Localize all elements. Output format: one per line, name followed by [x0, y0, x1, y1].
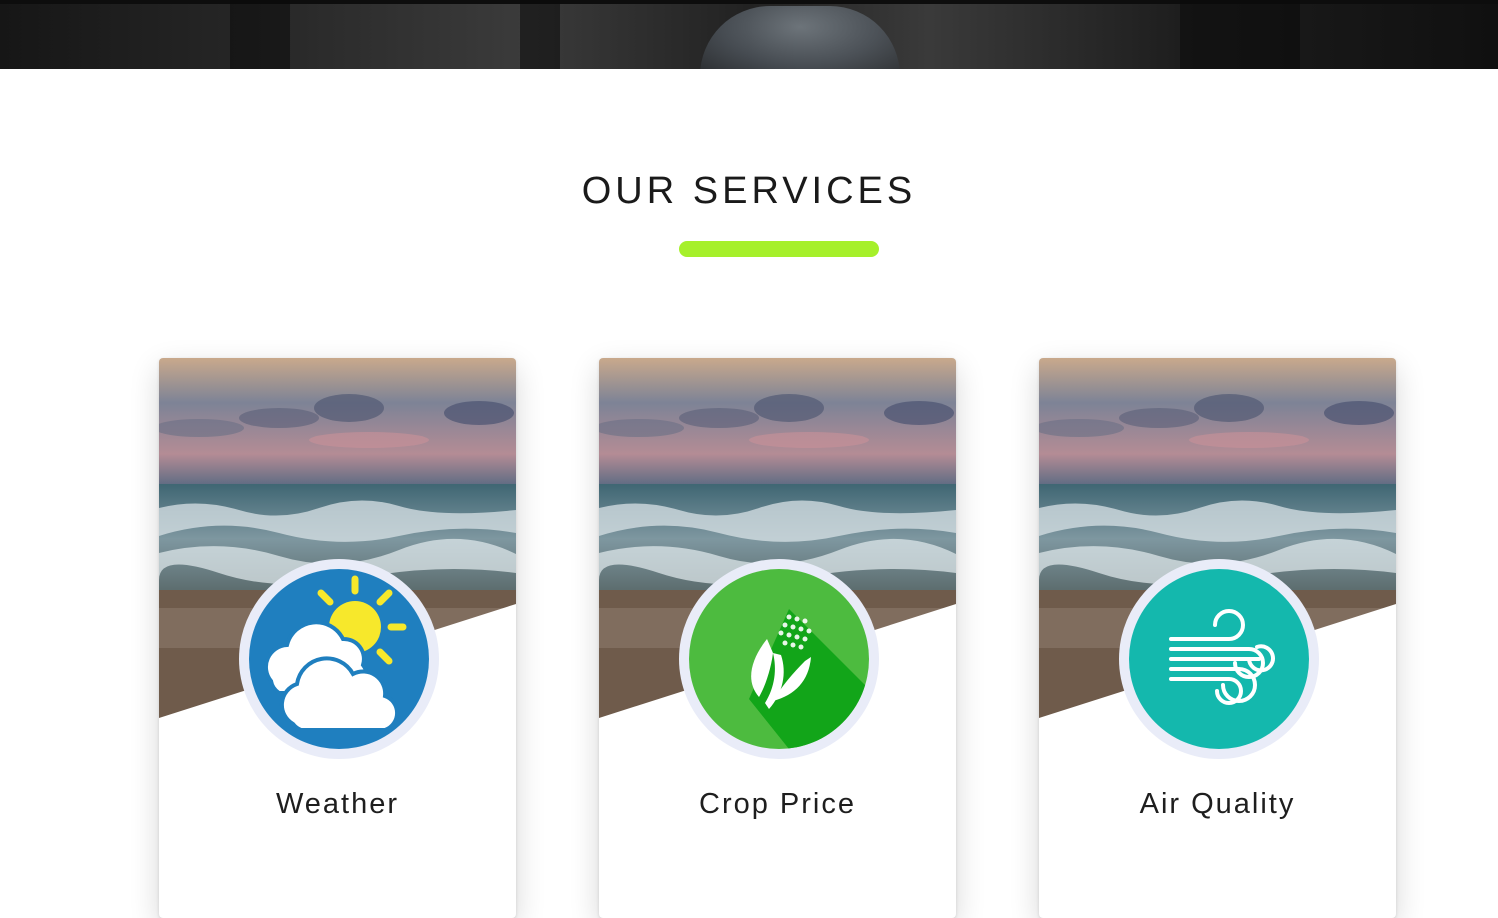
- service-card-weather[interactable]: Weather: [159, 358, 516, 918]
- hero-building-shape: [230, 0, 290, 69]
- service-card-crop-price[interactable]: Crop Price: [599, 358, 956, 918]
- hero-umbrella-shape: [700, 6, 900, 69]
- service-title: Air Quality: [1139, 788, 1296, 820]
- service-title: Weather: [275, 788, 400, 820]
- weather-icon-ring: [239, 559, 439, 759]
- hero-building-shape: [1180, 0, 1300, 69]
- service-card-air-quality[interactable]: Air Quality: [1039, 358, 1396, 918]
- corn-icon: [689, 569, 869, 749]
- hero-background-image: [0, 0, 1498, 69]
- service-description-fragment: [599, 883, 956, 897]
- section-title: OUR SERVICES: [581, 170, 917, 212]
- wind-icon: [1129, 569, 1309, 749]
- service-title: Crop Price: [699, 788, 856, 820]
- air-quality-icon-ring: [1119, 559, 1319, 759]
- hero-building-shape: [520, 0, 560, 69]
- weather-partly-cloudy-icon: [249, 569, 429, 749]
- service-description-fragment: [159, 883, 516, 897]
- section-title-underline: [679, 241, 879, 257]
- crop-icon-ring: [679, 559, 879, 759]
- service-description-fragment: [1039, 883, 1396, 897]
